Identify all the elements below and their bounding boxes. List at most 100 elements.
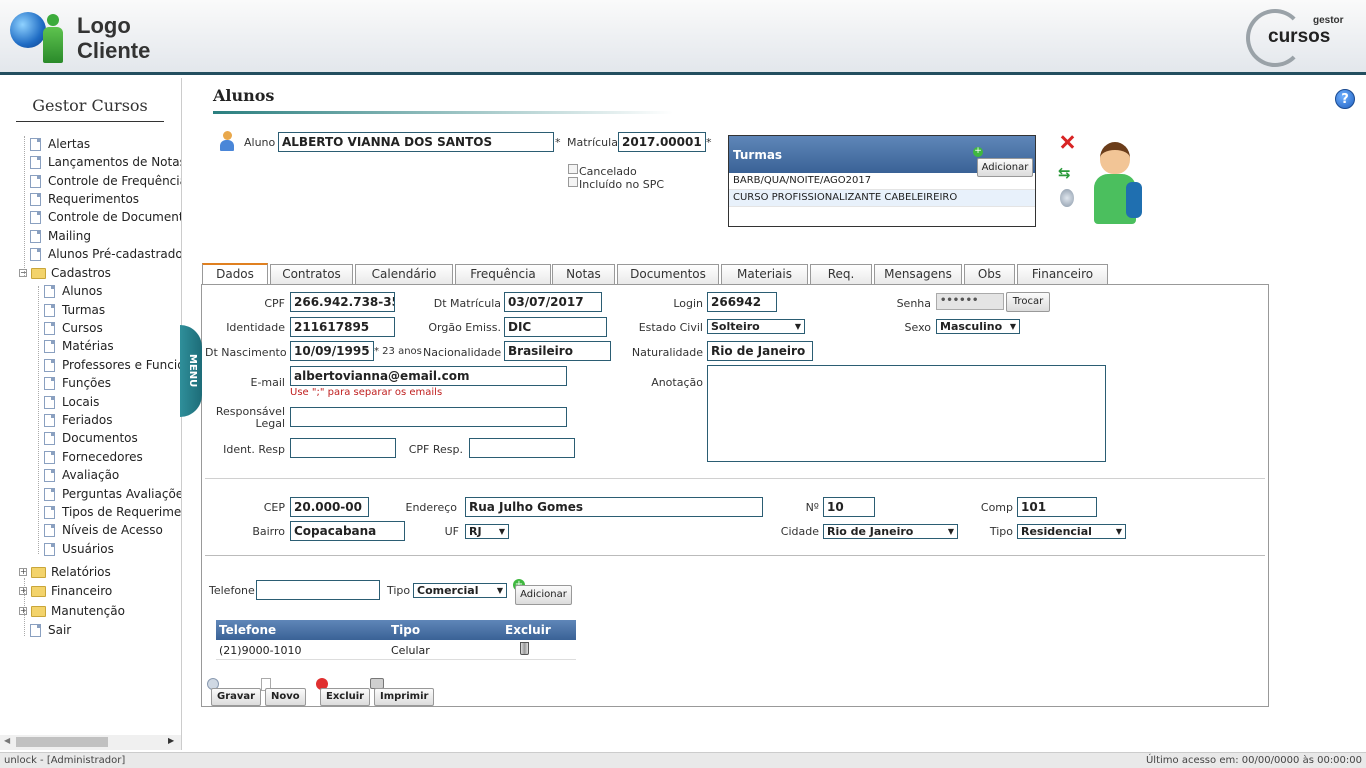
document-icon: [44, 321, 55, 335]
sidebar-item-perguntas-avaliacoes[interactable]: Perguntas Avaliações: [44, 485, 181, 503]
sidebar-item-funcoes[interactable]: Funções: [44, 374, 111, 392]
expand-icon[interactable]: +: [19, 587, 27, 595]
gravar-button[interactable]: Gravar: [211, 688, 262, 706]
naturalidade-field[interactable]: Rio de Janeiro: [707, 341, 813, 361]
telefone-add-button[interactable]: Adicionar: [515, 585, 572, 605]
sidebar-item-mailing[interactable]: Mailing: [30, 227, 91, 245]
sidebar-item-avaliacao[interactable]: Avaliação: [44, 466, 119, 484]
webcam-icon[interactable]: [1060, 189, 1074, 207]
gravar-action[interactable]: Gravar: [207, 678, 262, 710]
ident-resp-field[interactable]: [290, 438, 396, 458]
sidebar-item-niveis-acesso[interactable]: Níveis de Acesso: [44, 521, 163, 539]
dt-matricula-field[interactable]: 03/07/2017: [504, 292, 602, 312]
sidebar-item-alunos[interactable]: Alunos: [44, 282, 102, 300]
help-icon[interactable]: ?: [1335, 89, 1355, 109]
sidebar-item-alunos-pre-cadastrados[interactable]: Alunos Pré-cadastrados: [30, 245, 181, 263]
cidade-label: Cidade: [780, 525, 819, 538]
turmas-add-button[interactable]: Adicionar: [977, 158, 1033, 177]
anotacao-textarea[interactable]: [707, 365, 1106, 462]
cpf-resp-field[interactable]: [469, 438, 575, 458]
estado-civil-select[interactable]: Solteiro ▼: [707, 319, 805, 334]
sidebar-folder-financeiro[interactable]: + Financeiro: [19, 582, 112, 600]
tab-documentos[interactable]: Documentos: [617, 264, 719, 285]
document-icon: [44, 413, 55, 427]
sidebar-item-feriados[interactable]: Feriados: [44, 411, 112, 429]
tipo-endereco-select[interactable]: Residencial ▼: [1017, 524, 1126, 539]
swap-icon[interactable]: ⇆: [1058, 164, 1071, 182]
sidebar-item-requerimentos[interactable]: Requerimentos: [30, 190, 139, 208]
collapse-icon[interactable]: −: [19, 269, 27, 277]
tab-financeiro[interactable]: Financeiro: [1017, 264, 1108, 285]
aluno-field[interactable]: ALBERTO VIANNA DOS SANTOS: [278, 132, 554, 152]
matricula-field[interactable]: 2017.00001: [618, 132, 706, 152]
delete-x-icon[interactable]: [1060, 135, 1075, 149]
imprimir-button[interactable]: Imprimir: [374, 688, 435, 706]
document-icon: [44, 542, 55, 556]
nacionalidade-field[interactable]: Brasileiro: [504, 341, 611, 361]
senha-field[interactable]: ••••••: [936, 293, 1004, 310]
sidebar-folder-cadastros[interactable]: − Cadastros: [19, 264, 111, 282]
tab-dados[interactable]: Dados: [202, 263, 268, 286]
sidebar-item-sair[interactable]: Sair: [30, 621, 71, 639]
tab-mensagens[interactable]: Mensagens: [874, 264, 962, 285]
tab-calendario[interactable]: Calendário: [355, 264, 453, 285]
sidebar-item-tipos-requerimento[interactable]: Tipos de Requeriment: [44, 503, 181, 521]
imprimir-action[interactable]: Imprimir: [370, 678, 435, 710]
expand-icon[interactable]: +: [19, 568, 27, 576]
cep-field[interactable]: 20.000-00: [290, 497, 369, 517]
scroll-left-icon[interactable]: ◀: [4, 736, 10, 745]
sidebar-folder-manutencao[interactable]: + Manutenção: [19, 602, 125, 620]
identidade-field[interactable]: 211617895: [290, 317, 395, 337]
cancelado-checkbox[interactable]: [568, 164, 578, 174]
login-field[interactable]: 266942: [707, 292, 777, 312]
expand-icon[interactable]: +: [19, 607, 27, 615]
tab-contratos[interactable]: Contratos: [270, 264, 353, 285]
tab-notas[interactable]: Notas: [552, 264, 615, 285]
menu-toggle-tab[interactable]: MENU: [180, 325, 202, 417]
excluir-action[interactable]: Excluir: [316, 678, 371, 710]
novo-button[interactable]: Novo: [265, 688, 306, 706]
telefone-field[interactable]: [256, 580, 380, 600]
sidebar-item-materias[interactable]: Matérias: [44, 337, 114, 355]
turma-row[interactable]: CURSO PROFISSIONALIZANTE CABELEIREIRO: [729, 190, 1035, 207]
sidebar-item-controle-frequencia[interactable]: Controle de Frequência: [30, 172, 181, 190]
sidebar-item-usuarios[interactable]: Usuários: [44, 540, 114, 558]
trash-icon[interactable]: [520, 642, 529, 655]
sidebar-title: Gestor Cursos: [16, 96, 164, 122]
tab-materiais[interactable]: Materiais: [721, 264, 808, 285]
sidebar-item-lancamentos-notas[interactable]: Lançamentos de Notas: [30, 153, 181, 171]
sidebar-folder-relatorios[interactable]: + Relatórios: [19, 563, 111, 581]
numero-field[interactable]: 10: [823, 497, 875, 517]
tipo-telefone-label: Tipo: [387, 584, 411, 597]
tipo-telefone-select[interactable]: Comercial ▼: [413, 583, 507, 598]
endereco-field[interactable]: Rua Julho Gomes: [465, 497, 763, 517]
scrollbar-thumb[interactable]: [16, 737, 108, 747]
responsavel-field[interactable]: [290, 407, 567, 427]
complemento-field[interactable]: 101: [1017, 497, 1097, 517]
excluir-button[interactable]: Excluir: [320, 688, 371, 706]
email-field[interactable]: albertovianna@email.com: [290, 366, 567, 386]
spc-checkbox[interactable]: [568, 177, 578, 187]
sidebar-item-controle-documentos[interactable]: Controle de Documentos: [30, 208, 181, 226]
tab-frequencia[interactable]: Frequência: [455, 264, 551, 285]
bairro-field[interactable]: Copacabana: [290, 521, 405, 541]
orgao-emissor-field[interactable]: DIC: [504, 317, 607, 337]
sidebar-item-alertas[interactable]: Alertas: [30, 135, 90, 153]
sexo-select[interactable]: Masculino ▼: [936, 319, 1020, 334]
trocar-senha-button[interactable]: Trocar: [1006, 292, 1050, 312]
sidebar-item-professores[interactable]: Professores e Funcion: [44, 356, 181, 374]
sidebar-item-locais[interactable]: Locais: [44, 393, 99, 411]
novo-action[interactable]: Novo: [261, 678, 311, 710]
cidade-select[interactable]: Rio de Janeiro ▼: [823, 524, 958, 539]
tab-obs[interactable]: Obs: [964, 264, 1015, 285]
sidebar-item-cursos[interactable]: Cursos: [44, 319, 103, 337]
sidebar-item-turmas[interactable]: Turmas: [44, 301, 105, 319]
dt-nascimento-field[interactable]: 10/09/1995: [290, 341, 374, 361]
sidebar-item-fornecedores[interactable]: Fornecedores: [44, 448, 143, 466]
sidebar-scrollbar[interactable]: ◀ ▶: [0, 735, 181, 750]
scroll-right-icon[interactable]: ▶: [168, 736, 174, 745]
sidebar-item-documentos[interactable]: Documentos: [44, 429, 138, 447]
tab-req[interactable]: Req.: [810, 264, 872, 285]
cpf-field[interactable]: 266.942.738-35: [290, 292, 395, 312]
uf-select[interactable]: RJ ▼: [465, 524, 509, 539]
